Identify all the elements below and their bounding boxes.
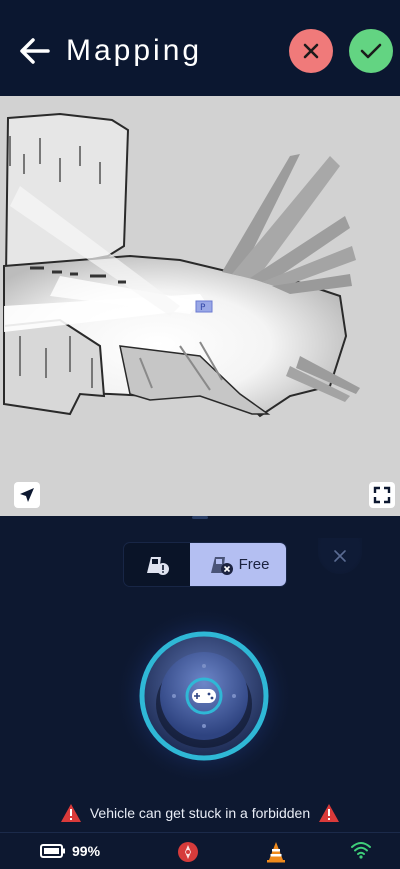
drag-handle[interactable] [192, 516, 208, 519]
navigation-arrow-icon [20, 488, 34, 502]
fullscreen-icon [373, 486, 391, 504]
zone-option-warning[interactable] [124, 543, 190, 586]
warning-triangle-icon [319, 804, 340, 822]
cancel-button[interactable] [289, 29, 333, 73]
fullscreen-button[interactable] [369, 482, 395, 508]
vehicle-warning-icon [147, 556, 169, 575]
battery-status: 99% [40, 843, 100, 859]
gamepad-icon [192, 689, 216, 703]
map-marker-label: P [200, 303, 206, 313]
status-bar: 99% [0, 832, 400, 869]
zone-type-selector: Free [124, 543, 286, 586]
zone-option-free[interactable]: Free [190, 543, 286, 586]
map-canvas[interactable]: P [0, 96, 400, 516]
close-panel-button[interactable] [318, 538, 362, 574]
close-icon [303, 43, 319, 59]
app-header: Mapping [0, 0, 400, 96]
vehicle-blocked-icon [210, 556, 233, 575]
zone-option-free-label: Free [238, 556, 270, 573]
warning-message: Vehicle can get stuck in a forbidden [0, 800, 400, 826]
arrow-left-icon[interactable] [18, 36, 52, 66]
warning-triangle-icon [60, 804, 81, 822]
compass-icon[interactable] [177, 841, 199, 863]
page-title: Mapping [66, 34, 203, 67]
confirm-button[interactable] [349, 29, 393, 73]
traffic-cone-icon[interactable] [266, 841, 286, 863]
battery-icon [40, 844, 65, 858]
battery-label: 99% [72, 843, 101, 859]
close-icon [334, 550, 346, 562]
occupancy-map: P [3, 112, 360, 418]
joystick-control[interactable] [104, 604, 304, 786]
wifi-icon[interactable] [350, 841, 372, 859]
check-icon [360, 43, 382, 59]
locate-button[interactable] [14, 482, 40, 508]
warning-text: Vehicle can get stuck in a forbidden [89, 805, 311, 821]
